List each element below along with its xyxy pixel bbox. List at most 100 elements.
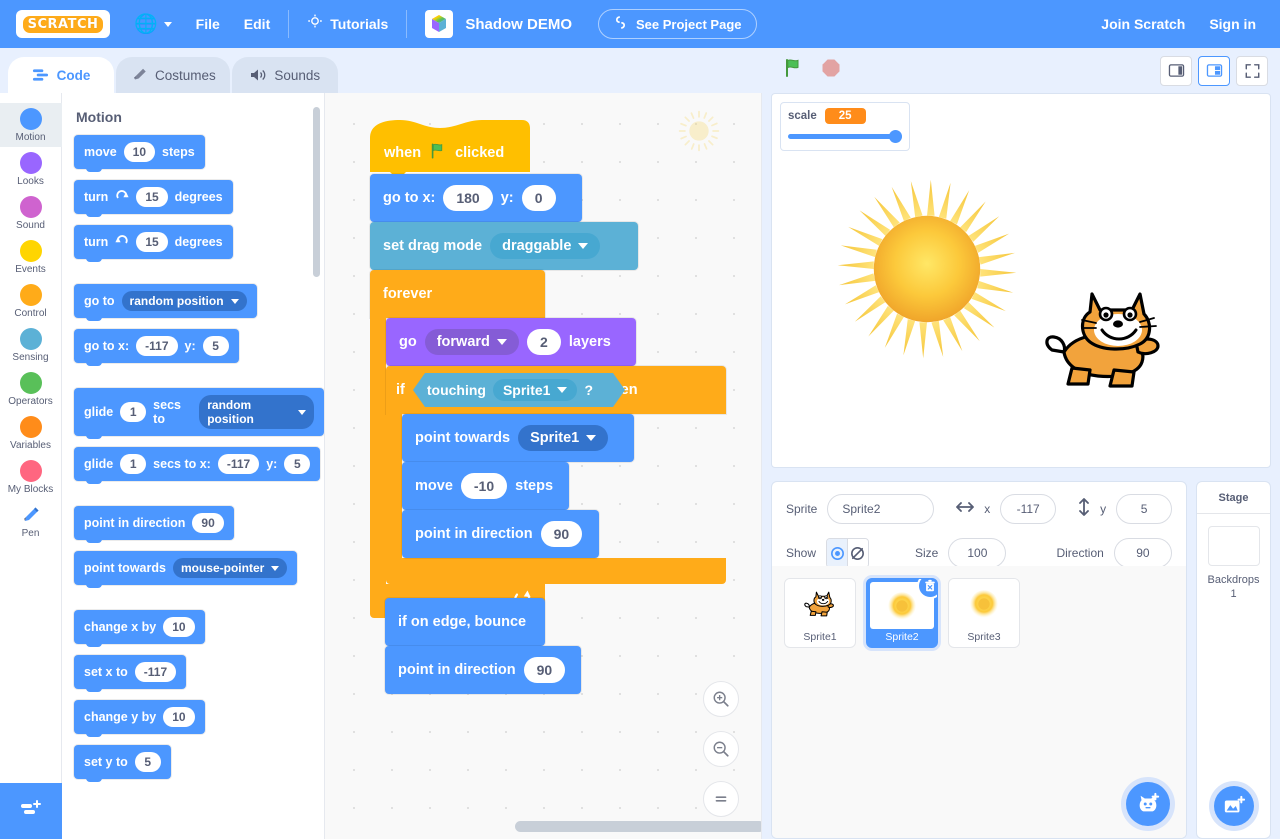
tab-code[interactable]: Code [8,57,114,93]
category-pen[interactable]: Pen [0,499,62,543]
category-sound[interactable]: Sound [0,191,62,235]
block-dropdown-touching-target[interactable]: Sprite1 [492,379,578,401]
add-backdrop-button[interactable] [1213,786,1254,826]
block-input-secs[interactable]: 1 [120,454,147,474]
sprite-card-sprite2[interactable]: Sprite2 [866,578,938,648]
palette-block-turn-right[interactable]: turn 15 degrees [74,180,233,217]
block-dropdown-drag-mode[interactable]: draggable [490,233,601,259]
palette-block-change-x-by[interactable]: change x by 10 [74,610,205,647]
hide-button[interactable] [847,539,868,567]
block-dropdown[interactable]: random position [121,291,247,311]
stop-sign-icon[interactable] [821,58,841,83]
join-scratch-button[interactable]: Join Scratch [1089,0,1197,48]
workspace-horizontal-scrollbar[interactable] [325,821,761,833]
palette-block-glide-to[interactable]: glide 1 secs to random position [74,388,324,439]
block-input[interactable]: 10 [163,707,195,727]
script-stack[interactable]: when clicked go to x: 180 y: 0 set drag … [370,118,726,618]
small-stage-button[interactable] [1160,55,1192,86]
stage-sprite-cat[interactable] [1040,284,1172,401]
block-palette[interactable]: Motion move 10 steps turn 15 degrees tur… [62,93,325,839]
block-input-direction[interactable]: 90 [540,521,583,547]
block-input-x[interactable]: -117 [136,336,178,356]
block-when-flag-clicked[interactable]: when clicked [370,118,530,180]
palette-block-point-in-direction[interactable]: point in direction 90 [74,506,234,543]
palette-block-turn-left[interactable]: turn 15 degrees [74,225,233,262]
block-point-towards[interactable]: point towards Sprite1 [402,414,634,462]
show-button[interactable] [827,539,848,567]
add-sprite-button[interactable] [1126,782,1170,826]
block-go-to-xy[interactable]: go to x: 180 y: 0 [370,174,582,222]
palette-block-change-y-by[interactable]: change y by 10 [74,700,205,737]
palette-block-go-to[interactable]: go to random position [74,284,257,321]
category-looks[interactable]: Looks [0,147,62,191]
variable-monitor-scale[interactable]: scale 25 [780,102,910,151]
tab-sounds[interactable]: Sounds [231,57,338,93]
palette-block-set-y-to[interactable]: set y to 5 [74,745,171,782]
block-forever[interactable]: forever go forward 2 layers if touching … [370,270,726,618]
large-stage-button[interactable] [1198,55,1230,86]
category-events[interactable]: Events [0,235,62,279]
palette-block-glide-xy[interactable]: glide 1 secs to x: -117 y: 5 [74,447,321,484]
palette-scrollbar[interactable] [313,107,320,277]
block-input-direction[interactable]: 90 [523,657,566,683]
block-go-layers[interactable]: go forward 2 layers [386,318,636,366]
zoom-in-button[interactable] [703,681,739,717]
zoom-out-button[interactable] [703,731,739,767]
block-input[interactable]: 5 [134,752,161,772]
monitor-slider[interactable] [788,130,902,143]
palette-block-point-towards[interactable]: point towards mouse-pointer [74,551,298,588]
if-header[interactable]: if touching Sprite1 ? [386,366,726,414]
monitor-slider-knob[interactable] [889,130,902,143]
block-if-then[interactable]: if touching Sprite1 ? point towards Spri… [386,366,726,584]
block-set-drag-mode[interactable]: set drag mode draggable [370,222,638,270]
scratch-logo[interactable]: SCRATCH [12,0,122,48]
category-my-blocks[interactable]: My Blocks [0,455,62,499]
tab-costumes[interactable]: Costumes [116,57,230,93]
stage-sprite-sun[interactable] [832,174,1022,369]
sprite-card-sprite3[interactable]: Sprite3 [948,578,1020,648]
script-stack-secondary[interactable]: if on edge, bounce point in direction 90 [385,598,581,694]
block-dropdown-direction[interactable]: forward [424,329,519,355]
code-workspace[interactable]: when clicked go to x: 180 y: 0 set drag … [325,93,762,839]
sign-in-button[interactable]: Sign in [1197,0,1268,48]
file-menu[interactable]: File [184,0,232,48]
block-point-in-direction-outer[interactable]: point in direction 90 [385,646,581,694]
sprite-y-input[interactable]: 5 [1116,494,1172,524]
palette-block-go-to-xy[interactable]: go to x: -117 y: 5 [74,329,239,366]
stage[interactable]: scale 25 [771,93,1271,468]
category-sensing[interactable]: Sensing [0,323,62,367]
block-input[interactable]: 15 [136,232,168,252]
block-touching[interactable]: touching Sprite1 ? [412,373,625,407]
block-input[interactable]: 10 [123,142,156,162]
green-flag-icon[interactable] [783,57,805,84]
stage-selector[interactable]: Stage Backdrops 1 [1196,481,1271,839]
sprite-direction-input[interactable]: 90 [1113,538,1172,568]
see-project-page-button[interactable]: See Project Page [598,9,757,39]
add-extension-button[interactable] [0,783,62,839]
category-motion[interactable]: Motion [0,103,62,147]
fullscreen-button[interactable] [1236,55,1268,86]
block-if-on-edge-bounce[interactable]: if on edge, bounce [385,598,545,646]
forever-header[interactable]: forever [370,270,545,318]
block-input-y[interactable]: 5 [202,336,229,356]
tutorials-menu[interactable]: Tutorials [295,0,400,48]
palette-block-set-x-to[interactable]: set x to -117 [74,655,187,692]
edit-menu[interactable]: Edit [232,0,282,48]
zoom-reset-button[interactable] [703,781,739,817]
block-input-layers[interactable]: 2 [526,329,561,355]
block-input-steps[interactable]: -10 [460,473,508,499]
block-dropdown[interactable]: random position [199,395,314,429]
sprite-size-input[interactable]: 100 [948,538,1007,568]
sprite-name-input[interactable]: Sprite2 [827,494,935,524]
palette-block-move[interactable]: move 10 steps [74,135,205,172]
block-dropdown-point-target[interactable]: Sprite1 [518,425,609,451]
block-input[interactable]: -117 [134,662,177,682]
block-input[interactable]: 90 [192,513,224,533]
block-input-x[interactable]: 180 [443,185,493,211]
block-point-in-direction-inner[interactable]: point in direction 90 [402,510,599,558]
category-control[interactable]: Control [0,279,62,323]
block-input[interactable]: 15 [136,187,168,207]
sprite-x-input[interactable]: -117 [1000,494,1057,524]
category-variables[interactable]: Variables [0,411,62,455]
language-menu[interactable]: 🌐 [122,0,184,48]
